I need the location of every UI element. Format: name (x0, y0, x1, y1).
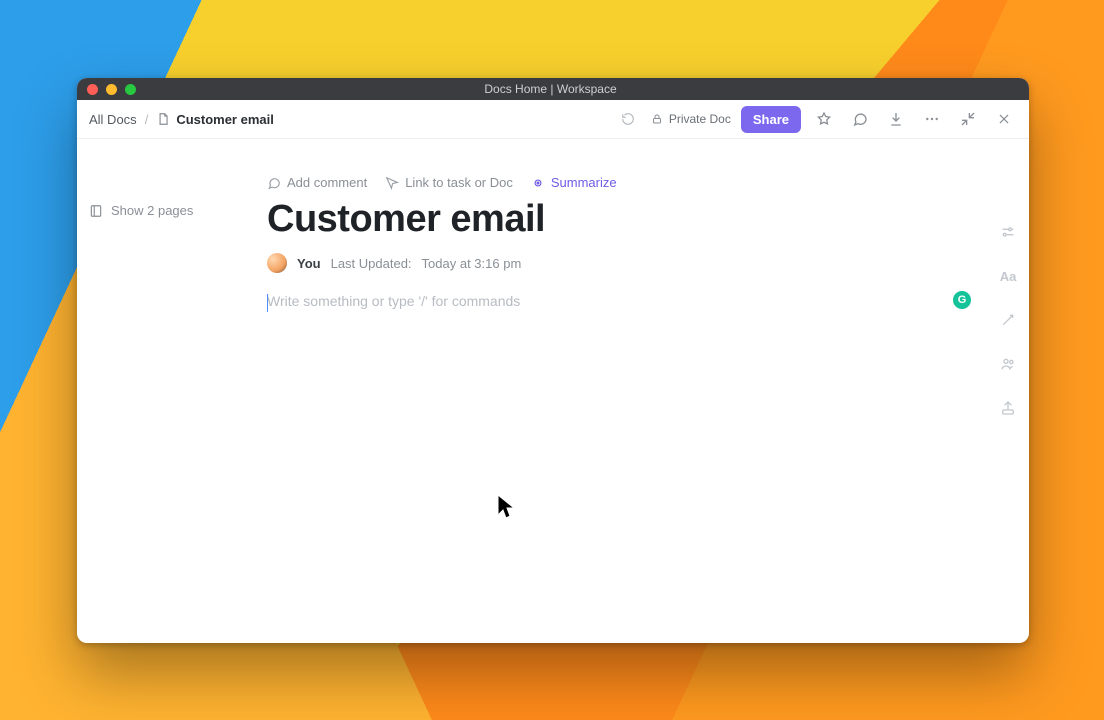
document-main: Add comment Link to task or Doc Summariz… (267, 139, 1029, 643)
doc-title[interactable]: Customer email (267, 198, 965, 241)
show-pages-label: Show 2 pages (111, 203, 193, 218)
app-window: Docs Home | Workspace All Docs / Custome… (77, 78, 1029, 643)
star-icon (816, 111, 832, 127)
settings-rail-button[interactable] (997, 221, 1019, 243)
left-sidebar: Show 2 pages (77, 139, 267, 643)
breadcrumb-current[interactable]: Customer email (156, 112, 274, 127)
summarize-label: Summarize (551, 175, 617, 190)
more-button[interactable] (919, 106, 945, 132)
window-title: Docs Home | Workspace (136, 82, 965, 96)
privacy-indicator[interactable]: Private Doc (651, 112, 731, 126)
add-comment-action[interactable]: Add comment (267, 175, 367, 190)
breadcrumb: All Docs / Customer email (89, 112, 274, 127)
content-area: Show 2 pages Add comment Lin (77, 139, 1029, 643)
people-rail-button[interactable] (997, 353, 1019, 375)
window-titlebar: Docs Home | Workspace (77, 78, 1029, 100)
chat-icon (852, 111, 868, 127)
pages-icon (89, 204, 103, 218)
refresh-icon (621, 112, 635, 126)
doc-byline: You Last Updated: Today at 3:16 pm (267, 253, 965, 273)
breadcrumb-root[interactable]: All Docs (89, 112, 137, 127)
close-icon (997, 112, 1011, 126)
people-icon (1000, 356, 1016, 372)
text-style-rail-button[interactable]: Aa (997, 265, 1019, 287)
tune-icon (1000, 224, 1016, 240)
doc-editor[interactable] (267, 293, 965, 493)
more-icon (924, 111, 940, 127)
download-icon (888, 111, 904, 127)
window-fullscreen-dot[interactable] (125, 84, 136, 95)
privacy-label: Private Doc (669, 112, 731, 126)
share-button[interactable]: Share (741, 106, 801, 133)
grammarly-badge[interactable]: G (953, 291, 971, 309)
magic-rail-button[interactable] (997, 309, 1019, 331)
text-caret (267, 294, 268, 312)
favorite-button[interactable] (811, 106, 837, 132)
sparkle-icon (531, 176, 545, 190)
last-updated-value: Today at 3:16 pm (422, 256, 522, 271)
breadcrumb-current-label: Customer email (176, 112, 274, 127)
doc-icon (156, 112, 170, 126)
last-updated-label: Last Updated: (331, 256, 412, 271)
add-comment-label: Add comment (287, 175, 367, 190)
refresh-button[interactable] (615, 106, 641, 132)
text-style-icon: Aa (1000, 269, 1017, 284)
download-button[interactable] (883, 106, 909, 132)
doc-action-bar: Add comment Link to task or Doc Summariz… (267, 175, 965, 190)
collapse-button[interactable] (955, 106, 981, 132)
link-action[interactable]: Link to task or Doc (385, 175, 513, 190)
export-rail-button[interactable] (997, 397, 1019, 419)
right-rail: Aa (997, 221, 1019, 419)
lock-icon (651, 113, 663, 125)
magic-icon (1000, 312, 1016, 328)
window-minimize-dot[interactable] (106, 84, 117, 95)
link-icon (385, 176, 399, 190)
breadcrumb-separator: / (145, 112, 149, 127)
window-traffic-lights (87, 84, 136, 95)
desktop-background: Docs Home | Workspace All Docs / Custome… (0, 0, 1104, 720)
summarize-action[interactable]: Summarize (531, 175, 617, 190)
app-toolbar: All Docs / Customer email Pr (77, 100, 1029, 139)
window-close-dot[interactable] (87, 84, 98, 95)
author-label: You (297, 256, 321, 271)
comment-icon (267, 176, 281, 190)
collapse-icon (960, 111, 976, 127)
link-label: Link to task or Doc (405, 175, 513, 190)
comments-button[interactable] (847, 106, 873, 132)
close-button[interactable] (991, 106, 1017, 132)
author-avatar[interactable] (267, 253, 287, 273)
show-pages-toggle[interactable]: Show 2 pages (89, 203, 267, 218)
export-icon (1000, 400, 1016, 416)
